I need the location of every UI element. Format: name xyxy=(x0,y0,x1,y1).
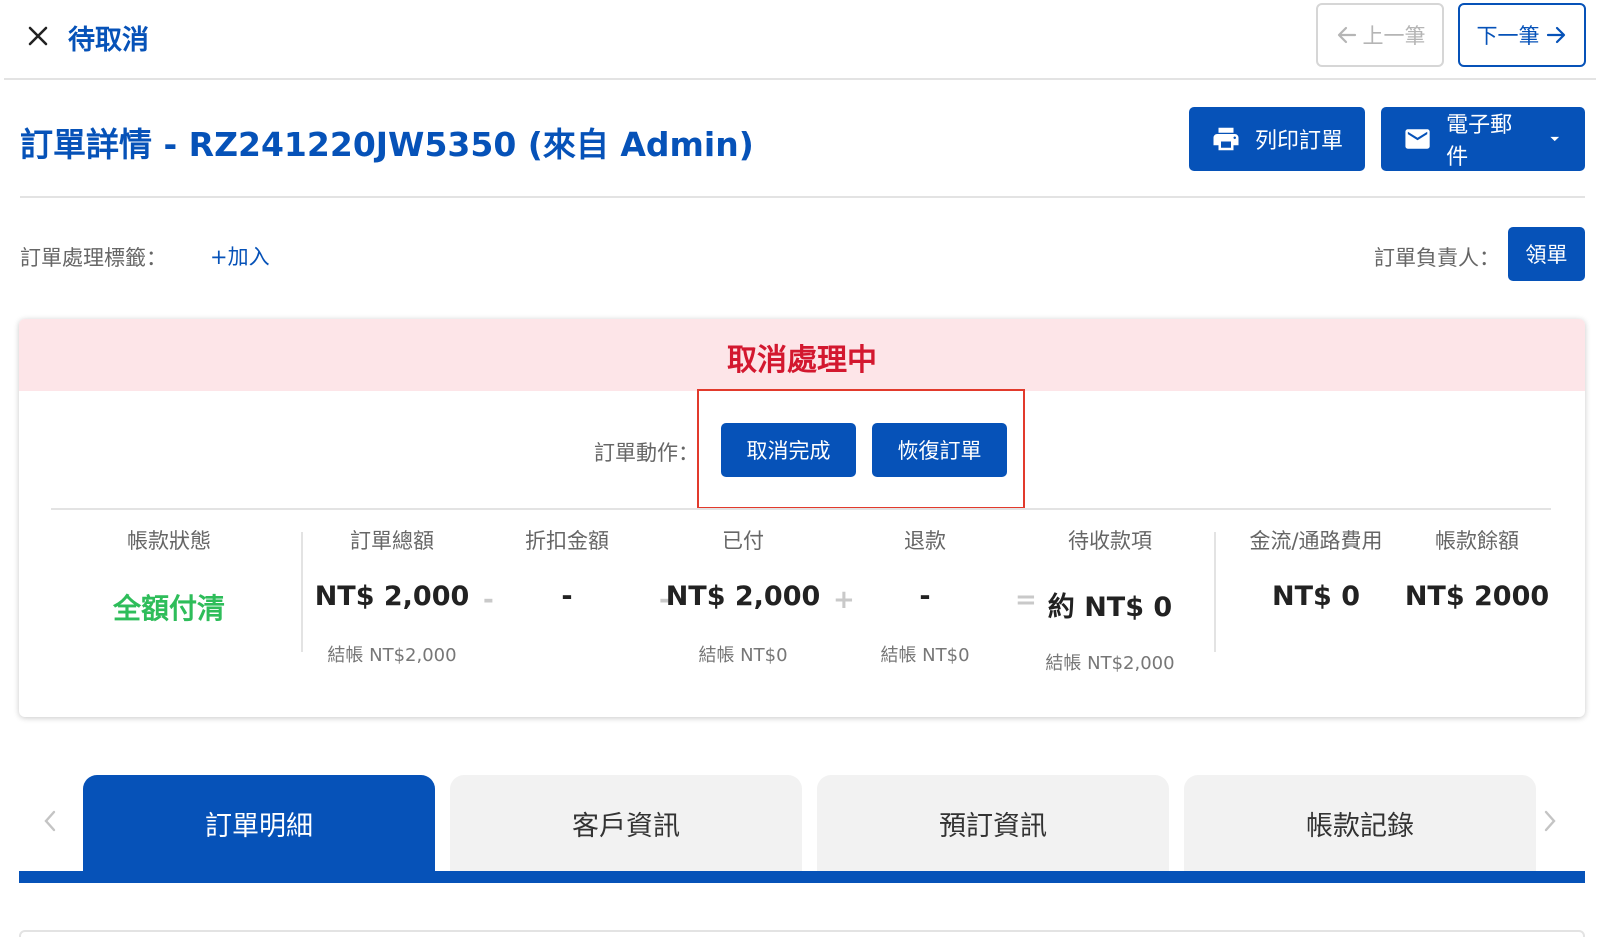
balance-label: 帳款餘額 xyxy=(1435,529,1519,553)
order-status-card: 取消處理中 訂單動作： 取消完成 恢復訂單 帳款狀態 全額付清 訂單總額 NT$… xyxy=(19,319,1585,717)
next-record-button[interactable]: 下一筆 xyxy=(1458,3,1586,67)
refund-sub: 結帳 NT$0 xyxy=(880,645,970,666)
tab-customer-info[interactable]: 客戶資訊 xyxy=(450,775,802,871)
payment-status-value: 全額付清 xyxy=(112,592,225,625)
previous-record-label: 上一筆 xyxy=(1362,24,1426,48)
envelope-icon xyxy=(1405,129,1430,149)
print-order-label: 列印訂單 xyxy=(1255,129,1344,154)
previous-record-button[interactable]: 上一筆 xyxy=(1316,3,1444,67)
card-divider xyxy=(51,508,1551,510)
receivable-label: 待收款項 xyxy=(1068,529,1152,553)
email-dropdown-button[interactable]: 電子郵件 xyxy=(1381,107,1585,171)
email-label: 電子郵件 xyxy=(1446,113,1513,170)
next-record-label: 下一筆 xyxy=(1476,24,1540,48)
cancel-complete-button[interactable]: 取消完成 xyxy=(721,423,856,477)
status-banner: 取消處理中 xyxy=(19,319,1585,391)
print-order-button[interactable]: 列印訂單 xyxy=(1189,107,1365,171)
page-status-title: 待取消 xyxy=(68,25,149,56)
tab-booking-info[interactable]: 預訂資訊 xyxy=(817,775,1169,871)
refund-label: 退款 xyxy=(904,529,946,553)
top-bar: 待取消 上一筆 下一筆 xyxy=(4,0,1596,80)
tabs-scroll-left-icon[interactable] xyxy=(40,808,60,834)
tab-content-panel xyxy=(19,930,1585,937)
balance-value: NT$ 2000 xyxy=(1404,581,1550,612)
paid-sub: 結帳 NT$0 xyxy=(698,645,788,666)
payment-status-label: 帳款狀態 xyxy=(127,529,211,553)
order-owner-label: 訂單負責人： xyxy=(1374,246,1500,270)
order-total-label: 訂單總額 xyxy=(350,529,434,553)
order-detail-title: 訂單詳情 - RZ241220JW5350 (來自 Admin) xyxy=(20,125,754,164)
arrow-right-icon xyxy=(1546,26,1565,44)
order-actions-label: 訂單動作： xyxy=(594,441,699,465)
printer-icon xyxy=(1213,127,1239,151)
order-total-sub: 結帳 NT$2,000 xyxy=(327,645,457,666)
receivable-sub: 結帳 NT$2,000 xyxy=(1045,653,1175,674)
caret-down-icon xyxy=(1549,136,1559,142)
claim-order-button[interactable]: 領單 xyxy=(1508,227,1585,281)
order-tags-label: 訂單處理標籤： xyxy=(20,246,167,270)
discount-label: 折扣金額 xyxy=(525,529,609,553)
add-tag-link[interactable]: +加入 xyxy=(210,241,270,271)
tab-order-details[interactable]: 訂單明細 xyxy=(83,775,435,871)
arrow-left-icon xyxy=(1337,26,1356,44)
header-divider xyxy=(20,196,1585,198)
restore-order-button[interactable]: 恢復訂單 xyxy=(872,423,1007,477)
order-status-text: 取消處理中 xyxy=(727,343,877,378)
tabs-underline xyxy=(19,871,1585,883)
paid-label: 已付 xyxy=(722,529,764,553)
fee-label: 金流/通路費用 xyxy=(1249,529,1383,553)
close-icon[interactable] xyxy=(22,20,54,52)
tabs-scroll-right-icon[interactable] xyxy=(1540,808,1560,834)
receivable-value: 約 NT$ 0 xyxy=(1047,592,1173,623)
tab-payment-records[interactable]: 帳款記錄 xyxy=(1184,775,1536,871)
